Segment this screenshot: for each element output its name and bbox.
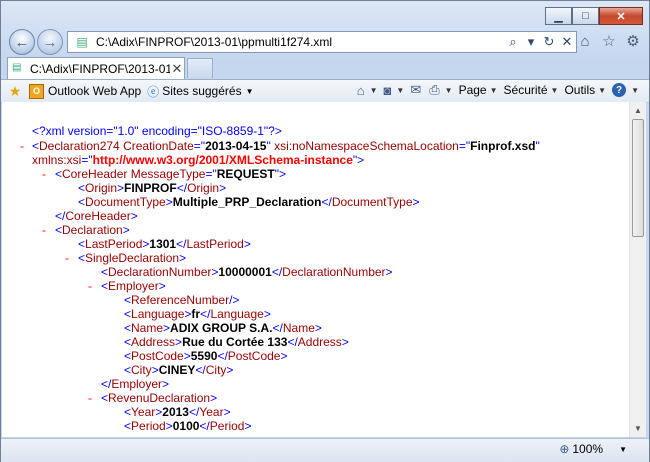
xml-content: <?xml version="1.0" encoding="ISO-8859-1… [2,102,629,437]
ie-icon: ⓔ [147,84,160,99]
cmd-label: Sécurité [503,83,548,97]
fav-label: Sites suggérés [162,84,242,98]
xml-employer-open: <Employer> [101,279,166,293]
cmd-help[interactable]: ? ▼ [612,83,639,97]
collapse-toggle[interactable]: - [88,391,92,405]
xml-declaration-open: <Declaration> [55,223,130,237]
cmd-home[interactable]: ⌂ ▼ [357,83,378,98]
zoom-level: 100% [572,442,604,456]
xml-coreheader-close: </CoreHeader> [55,209,138,223]
window-controls: ▁ □ ✕ [545,7,643,25]
favorites-icon[interactable]: ☆ [599,31,619,51]
cmd-mail[interactable]: ✉ [410,82,423,98]
collapse-toggle[interactable]: - [65,251,69,265]
print-icon: ⎙ [429,82,440,97]
cmd-label: Outils [564,83,596,97]
tab-close-icon[interactable]: ✕ [170,61,184,77]
fav-outlook-web-app[interactable]: O Outlook Web App [29,83,142,99]
search-icon[interactable]: ⌕ [504,33,522,51]
xml-documenttype: <DocumentType>Multiple_PRP_Declaration</… [78,195,420,209]
address-dropdown-icon[interactable]: ▾ [522,33,540,51]
cmd-page[interactable]: Page ▼ [459,83,498,97]
xml-root-open-cont: xmlns:xsi="http://www.w3.org/2001/XMLSch… [32,153,365,167]
maximize-button[interactable]: □ [572,7,599,25]
xml-declarationnumber: <DeclarationNumber>10000001</Declaration… [101,265,393,279]
command-bar: ⌂ ▼ ◙ ▼ ✉ ⎙ ▼ Page ▼ Sécurité ▼ Outils ▼ ? ▼ [357,82,639,98]
outlook-icon: O [29,83,44,99]
xml-origin: <Origin>FINPROF</Origin> [78,181,227,195]
xml-singledeclaration-open: <SingleDeclaration> [78,251,187,265]
xml-root-open: <Declaration274 CreationDate="2013-04-15… [32,139,540,153]
collapse-toggle[interactable]: - [42,223,46,237]
navigation-row: ← → ▤ C:\Adix\FINPROF\2013-01\ppmulti1f2… [7,29,645,55]
home-icon[interactable]: ⌂ [575,31,595,51]
scrollbar-thumb[interactable] [632,119,644,237]
favorites-star-icon[interactable]: ★ [7,83,23,99]
page-icon: ▤ [12,61,22,73]
zoom-icon: ⊕ [559,442,570,456]
address-url[interactable]: C:\Adix\FINPROF\2013-01\ppmulti1f274.xml [96,35,504,49]
collapse-toggle[interactable]: - [20,139,24,153]
cmd-label: Page [458,83,487,97]
close-button[interactable]: ✕ [599,7,643,25]
collapse-toggle[interactable]: - [42,167,46,181]
xml-language: <Language>fr</Language> [124,307,271,321]
vertical-scrollbar[interactable]: ▲ ▼ [629,102,646,437]
tab-active[interactable]: ▤ C:\Adix\FINPROF\2013-01\... ✕ [7,57,185,79]
tab-label: C:\Adix\FINPROF\2013-01\... [30,61,170,76]
back-button[interactable]: ← [9,29,35,55]
cmd-print[interactable]: ⎙ ▼ [429,82,452,98]
fav-sites-suggeres[interactable]: ⓔ Sites suggérés ▼ [147,83,253,100]
scroll-up-icon[interactable]: ▲ [630,102,646,119]
stop-icon[interactable]: ✕ [558,33,576,51]
xml-period: <Period>0100</Period> [124,419,252,433]
collapse-toggle[interactable]: - [88,279,92,293]
cmd-feeds[interactable]: ◙ ▼ [384,83,405,98]
nav-right-icons: ⌂ ☆ ⚙ [575,31,643,51]
xml-lastperiod: <LastPeriod>1301</LastPeriod> [78,237,251,251]
minimize-button[interactable]: ▁ [545,7,572,25]
browser-window: ▁ □ ✕ ← → ▤ C:\Adix\FINPROF\2013-01\ppmu… [0,0,650,462]
xml-postcode: <PostCode>5590</PostCode> [124,349,288,363]
xml-city: <City>CINEY</City> [124,363,234,377]
tools-icon[interactable]: ⚙ [623,31,643,51]
mail-icon: ✉ [410,82,422,97]
xml-name: <Name>ADIX GROUP S.A.</Name> [124,321,322,335]
chevron-down-icon: ▼ [245,86,254,96]
cmd-outils[interactable]: Outils ▼ [564,83,606,97]
help-icon: ? [612,83,627,97]
page-icon: ▤ [76,35,88,49]
rss-icon: ◙ [383,82,392,98]
xml-pi: <?xml version="1.0" encoding="ISO-8859-1… [32,124,282,138]
chevron-down-icon: ▼ [619,444,627,454]
forward-button[interactable]: → [37,29,63,55]
refresh-icon[interactable]: ↻ [540,33,558,51]
xml-address: <Address>Rue du Cortée 133</Address> [124,335,349,349]
status-bar: ⊕ 100% ▼ [1,438,649,462]
cmd-securite[interactable]: Sécurité ▼ [504,83,559,97]
xml-year: <Year>2013</Year> [124,405,231,419]
home-icon: ⌂ [356,82,365,98]
tab-row: ▤ C:\Adix\FINPROF\2013-01\... ✕ [5,57,647,79]
xml-coreheader-open: <CoreHeader MessageType="REQUEST"> [55,167,287,181]
scroll-down-icon[interactable]: ▼ [630,420,646,437]
xml-employer-close: </Employer> [101,377,170,391]
zoom-control[interactable]: ⊕ 100% ▼ [559,442,627,456]
xml-referencenumber: <ReferenceNumber/> [124,293,240,307]
fav-label: Outlook Web App [48,84,142,98]
address-bar[interactable]: ▤ C:\Adix\FINPROF\2013-01\ppmulti1f274.x… [67,31,577,53]
favorites-bar: ★ O Outlook Web App ⓔ Sites suggérés ▼ ⌂… [1,79,649,103]
xml-revenudeclaration-open: <RevenuDeclaration> [101,391,218,405]
new-tab-button[interactable] [187,58,213,78]
